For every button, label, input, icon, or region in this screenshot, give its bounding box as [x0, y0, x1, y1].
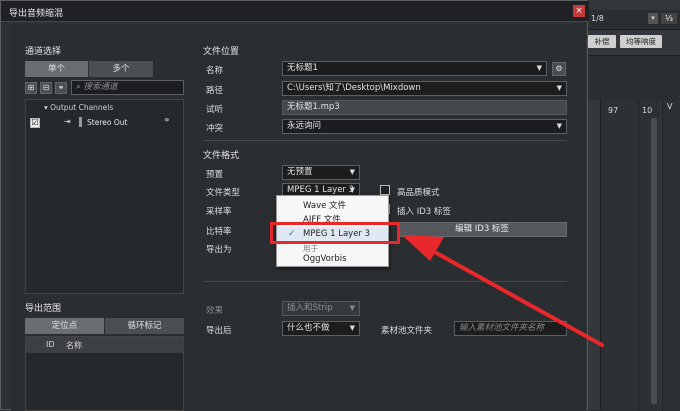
- channel-search-input[interactable]: ⌕ 搜索通道: [71, 80, 184, 95]
- search-placeholder: 搜索通道: [83, 82, 118, 92]
- close-button[interactable]: ×: [573, 5, 585, 17]
- effects-select: 插入和Strip ▼: [282, 301, 360, 316]
- hq-checkbox[interactable]: [380, 185, 390, 195]
- conflict-select[interactable]: 永远询问 ▼: [282, 119, 567, 134]
- path-value: C:\Users\知了\Desktop\Mixdown: [287, 83, 421, 93]
- col-id: ID: [46, 340, 55, 349]
- ruler-number: 97: [608, 106, 619, 115]
- ruler-number: 10: [642, 106, 653, 115]
- annotation-arrow: [402, 235, 604, 347]
- chevron-down-icon[interactable]: ▼: [557, 120, 562, 133]
- bg-button-2[interactable]: 均等响度: [620, 35, 662, 48]
- dropdown-icon[interactable]: ▾: [648, 13, 658, 24]
- bg-column-3: V: [662, 100, 680, 410]
- range-tab-locators[interactable]: 定位点: [25, 318, 104, 334]
- bitrate-label: 比特率: [206, 227, 232, 237]
- effects-value: 插入和Strip: [287, 303, 333, 313]
- mode-multi-button[interactable]: 多个: [89, 61, 153, 77]
- conflict-label: 冲突: [206, 124, 224, 134]
- name-value: 无标题1: [287, 63, 318, 73]
- menu-item-wave[interactable]: Wave 文件: [277, 199, 388, 213]
- ruler-number: V: [667, 102, 673, 111]
- background-toolbar: 1/8 ▾ ⅓: [588, 10, 680, 30]
- filetype-label: 文件类型: [206, 188, 241, 198]
- range-tab-cycle[interactable]: 循环标记: [105, 318, 184, 334]
- gear-icon[interactable]: ⚙: [552, 62, 566, 76]
- preset-select[interactable]: 无预置 ▼: [282, 165, 360, 180]
- format-title: 文件格式: [203, 151, 240, 161]
- mode-single-button[interactable]: 单个: [25, 61, 88, 77]
- name-label: 名称: [206, 66, 224, 76]
- channel-checkbox[interactable]: ☑: [30, 118, 40, 128]
- chevron-down-icon[interactable]: ▼: [537, 62, 542, 75]
- expand-arrow-icon[interactable]: ▾: [44, 103, 48, 112]
- link-icon[interactable]: ⚭: [55, 82, 67, 94]
- location-title: 文件位置: [203, 47, 240, 57]
- channel-label: Stereo Out: [87, 118, 128, 127]
- after-export-select[interactable]: 什么也不做 ▼: [282, 321, 360, 336]
- range-table: ID 名称: [25, 336, 184, 411]
- chevron-down-icon[interactable]: ▼: [557, 82, 562, 95]
- search-icon: ⌕: [76, 82, 81, 92]
- after-export-value: 什么也不做: [287, 323, 330, 333]
- output-icon: ⇥: [64, 117, 71, 126]
- time-signature[interactable]: 1/8: [591, 14, 604, 23]
- effects-label: 效果: [206, 306, 224, 316]
- preset-value: 无预置: [287, 167, 313, 177]
- channels-title: 通道选择: [25, 47, 62, 57]
- preview-label: 试听: [206, 105, 224, 115]
- samplerate-label: 采样率: [206, 207, 232, 217]
- chevron-down-icon[interactable]: ▼: [350, 322, 355, 335]
- range-table-header: ID 名称: [26, 337, 183, 353]
- quantize-icon[interactable]: ⅓: [661, 13, 677, 24]
- chevron-down-icon: ▼: [349, 304, 355, 312]
- scrollbar[interactable]: [651, 118, 657, 404]
- after-export-label: 导出后: [206, 326, 232, 336]
- filetype-value: MPEG 1 Layer 3: [287, 185, 355, 195]
- preview-field: 无标题1.mp3: [282, 100, 567, 115]
- expand-all-icon[interactable]: ⊞: [25, 82, 37, 94]
- col-name: 名称: [66, 341, 82, 350]
- conflict-value: 永远询问: [287, 121, 322, 131]
- tree-root[interactable]: ▾ Output Channels: [44, 103, 113, 112]
- preset-label: 预置: [206, 170, 224, 180]
- dialog-title: 导出音频缩混: [9, 9, 64, 19]
- name-input[interactable]: 无标题1 ▼: [282, 61, 547, 76]
- export-as-label: 导出为: [206, 245, 232, 255]
- bg-column-2: 10: [638, 100, 660, 410]
- path-input[interactable]: C:\Users\知了\Desktop\Mixdown ▼: [282, 81, 567, 96]
- channel-tree: ▾ Output Channels ☑ ⇥ Stereo Out ⚭: [25, 99, 184, 294]
- bg-button-1[interactable]: 补偿: [588, 35, 616, 48]
- menu-item-ogg[interactable]: OggVorbis: [277, 253, 388, 266]
- divider: [203, 140, 567, 141]
- path-label: 路径: [206, 86, 224, 96]
- bg-lane: [588, 55, 680, 100]
- hq-label: 高品质模式: [397, 188, 440, 198]
- channel-color-strip: [79, 117, 82, 127]
- stereo-link-icon: ⚭: [163, 116, 171, 126]
- range-title: 导出范围: [25, 304, 62, 314]
- dialog-titlebar[interactable]: 导出音频缩混 ×: [1, 1, 589, 22]
- collapse-all-icon[interactable]: ⊟: [40, 82, 52, 94]
- tree-root-label: Output Channels: [50, 103, 114, 112]
- chevron-down-icon[interactable]: ▼: [350, 166, 355, 179]
